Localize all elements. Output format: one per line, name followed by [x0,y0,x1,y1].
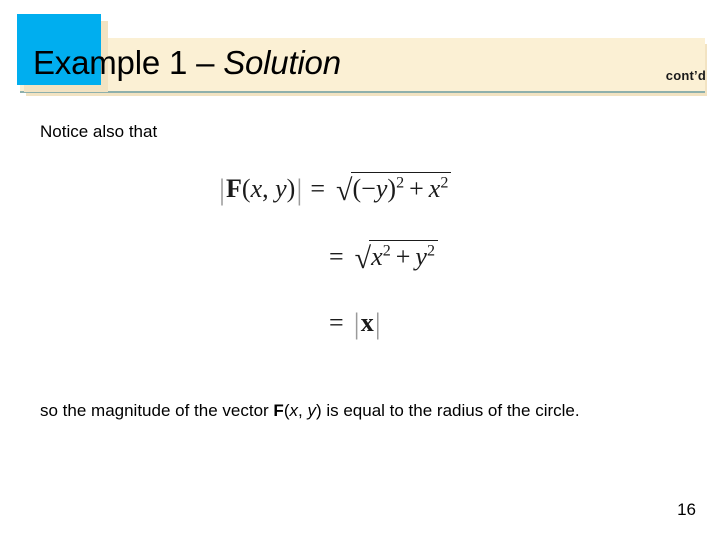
exponent-two-b: 2 [426,242,436,260]
closing-text-part2: is equal to the radius of the circle. [321,401,580,420]
variable-x: x [250,174,263,203]
plus-sign: + [395,242,411,271]
radicand: x2 + y2 [369,240,439,272]
closing-text: so the magnitude of the vector F(x, y) i… [40,398,688,424]
equation-line-3: = |x| [0,308,720,376]
equation-line-2-content: = √x2 + y2 [322,240,439,274]
abs-bar-right-icon: | [374,307,381,340]
vector-f-symbol: F [226,174,242,203]
equation-line-1: |F(x, y)| = √(−y)2 + x2 [0,172,720,240]
abs-bar-left-icon: | [219,173,226,206]
radicand-variable-x: x [428,174,441,203]
vector-f-symbol: F [273,401,284,420]
page-title-main: Example 1 – [33,44,224,81]
equation-line-3-content: = |x| [322,308,382,339]
abs-bar-left-icon: | [353,307,360,340]
paren-open: ( [241,174,251,203]
exponent-two-a: 2 [396,174,405,192]
variable-y: y [307,401,316,420]
comma-separator: , [262,174,276,203]
page-number: 16 [677,500,696,519]
slide-header: Example 1 – Solution cont’d [0,0,720,100]
continued-label: cont’d [665,68,706,83]
equation-line-2: = √x2 + y2 [0,240,720,308]
radicand-variable-y: y [375,174,388,203]
equals-sign: = [329,242,344,271]
closing-text-part1: so the magnitude of the vector [40,401,274,420]
plus-sign: + [409,174,424,203]
equation-block: |F(x, y)| = √(−y)2 + x2 = √x2 + y2 = |x| [0,172,720,376]
radicand-variable-x: x [371,242,383,271]
minus-sign: − [361,174,376,203]
radicand: (−y)2 + x2 [350,172,452,204]
radicand-paren-open: ( [352,174,362,203]
exponent-two-b: 2 [440,174,449,192]
equals-sign: = [329,308,344,337]
paren-close: ) [286,174,296,203]
variable-y: y [275,174,287,203]
vector-x-symbol: x [360,308,374,337]
exponent-two-a: 2 [382,242,391,260]
equals-sign: = [310,174,326,203]
page-title: Example 1 – Solution [33,41,341,85]
radicand-variable-y: y [415,242,427,271]
variable-x: x [289,401,298,420]
square-root-expression: √x2 + y2 [353,240,439,274]
equation-line-1-content: |F(x, y)| = √(−y)2 + x2 [218,172,452,206]
lead-text: Notice also that [40,122,158,141]
banner-bottom-rule [20,91,705,93]
radicand-paren-close: ) [387,174,397,203]
page-title-italic: Solution [223,44,341,81]
square-root-expression: √(−y)2 + x2 [334,172,452,206]
